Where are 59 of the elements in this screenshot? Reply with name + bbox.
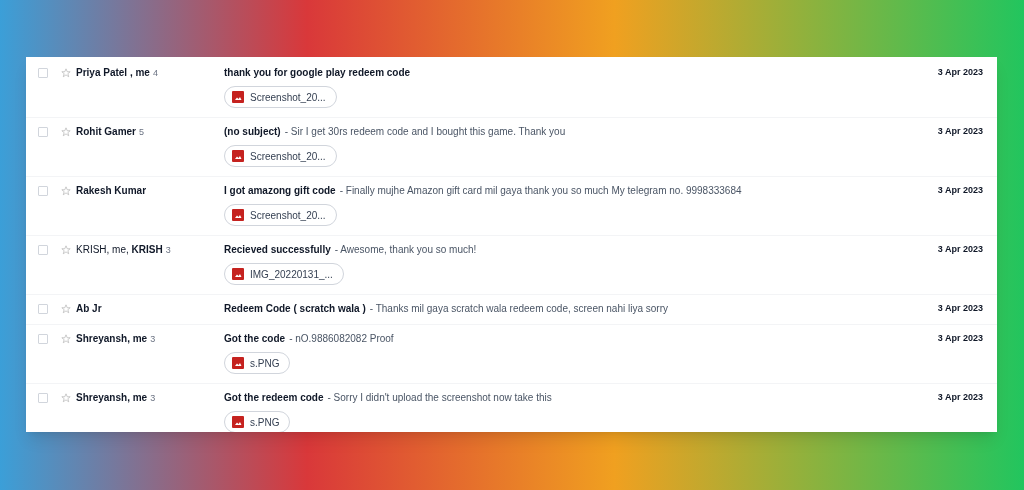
image-file-icon (232, 150, 244, 162)
checkbox[interactable] (38, 334, 48, 344)
email-snippet: - Finally mujhe Amazon gift card mil gaya thank you so much My telegram no. 9998333684 (339, 184, 742, 198)
email-subject: Recieved successfully (224, 243, 331, 257)
checkbox[interactable] (38, 304, 48, 314)
sender-name: KRISH, me, KRISH (76, 243, 163, 257)
email-date: 3 Apr 2023 (937, 184, 983, 197)
email-subject: (no subject) (224, 125, 281, 139)
image-file-icon (232, 209, 244, 221)
sender-name: Rohit Gamer (76, 125, 136, 139)
star-icon[interactable] (61, 393, 71, 403)
email-row[interactable]: KRISH, me, KRISH 3 Recieved successfully - Awesome, thank you so much! IMG_20220131_... 3 Apr 2023 (26, 236, 997, 295)
thread-count: 3 (150, 392, 156, 405)
star-icon[interactable] (61, 127, 71, 137)
email-row[interactable]: Rakesh Kumar I got amazong gift code - Finally mujhe Amazon gift card mil gaya thank you so much My telegram no. 9998333684 Screenshot_20... 3 Apr 2023 (26, 177, 997, 236)
email-row[interactable]: Shreyansh, me 3 Got the redeem code - Sorry I didn't upload the screenshot now take this s.PNG 3 Apr 2023 (26, 384, 997, 432)
email-date: 3 Apr 2023 (937, 66, 983, 79)
image-file-icon (232, 91, 244, 103)
email-snippet: - Awesome, thank you so much! (334, 243, 477, 257)
sender-name: Ab Jr (76, 302, 102, 316)
email-subject: thank you for google play redeem code (224, 66, 411, 80)
sender-name: Shreyansh, me (76, 391, 148, 405)
sender-name: Rakesh Kumar (76, 184, 147, 198)
email-row[interactable]: Ab Jr Redeem Code ( scratch wala ) - Thanks mil gaya scratch wala redeem code, screen nahi liya sorry 3 Apr 2023 (26, 295, 997, 325)
checkbox[interactable] (38, 186, 48, 196)
star-icon[interactable] (61, 334, 71, 344)
email-row[interactable]: Priya Patel , me 4 thank you for google play redeem code Screenshot_20... 3 Apr 2023 (26, 59, 997, 118)
checkbox[interactable] (38, 245, 48, 255)
thread-count: 5 (139, 126, 145, 139)
image-file-icon (232, 416, 244, 428)
image-file-icon (232, 357, 244, 369)
email-snippet: - nO.9886082082 Proof (289, 332, 394, 346)
email-date: 3 Apr 2023 (937, 332, 983, 345)
email-date: 3 Apr 2023 (937, 125, 983, 138)
email-snippet: - Thanks mil gaya scratch wala redeem code, screen nahi liya sorry (369, 302, 668, 316)
email-row[interactable]: Shreyansh, me 3 Got the code - nO.9886082082 Proof s.PNG 3 Apr 2023 (26, 325, 997, 384)
image-file-icon (232, 268, 244, 280)
email-row[interactable]: Rohit Gamer 5 (no subject) - Sir I get 30rs redeem code and I bought this game. Thank you Screenshot_20... 3 Apr 2023 (26, 118, 997, 177)
thread-count: 4 (152, 67, 158, 80)
email-subject: Redeem Code ( scratch wala ) (224, 302, 366, 316)
star-icon[interactable] (61, 68, 71, 78)
thread-count: 3 (165, 244, 171, 257)
email-subject: Got the code (224, 332, 286, 346)
email-date: 3 Apr 2023 (937, 302, 983, 315)
email-snippet: - Sir I get 30rs redeem code and I bought this game. Thank you (284, 125, 566, 139)
star-icon[interactable] (61, 186, 71, 196)
email-snippet: - Sorry I didn't upload the screenshot now take this (327, 391, 552, 405)
email-date: 3 Apr 2023 (937, 243, 983, 256)
thread-count: 3 (150, 333, 156, 346)
star-icon[interactable] (61, 245, 71, 255)
checkbox[interactable] (38, 68, 48, 78)
email-subject: I got amazong gift code (224, 184, 336, 198)
sender-name: Shreyansh, me (76, 332, 148, 346)
star-icon[interactable] (61, 304, 71, 314)
sender-name: Priya Patel , me (76, 66, 150, 80)
checkbox[interactable] (38, 393, 48, 403)
checkbox[interactable] (38, 127, 48, 137)
email-subject: Got the redeem code (224, 391, 324, 405)
email-date: 3 Apr 2023 (937, 391, 983, 404)
